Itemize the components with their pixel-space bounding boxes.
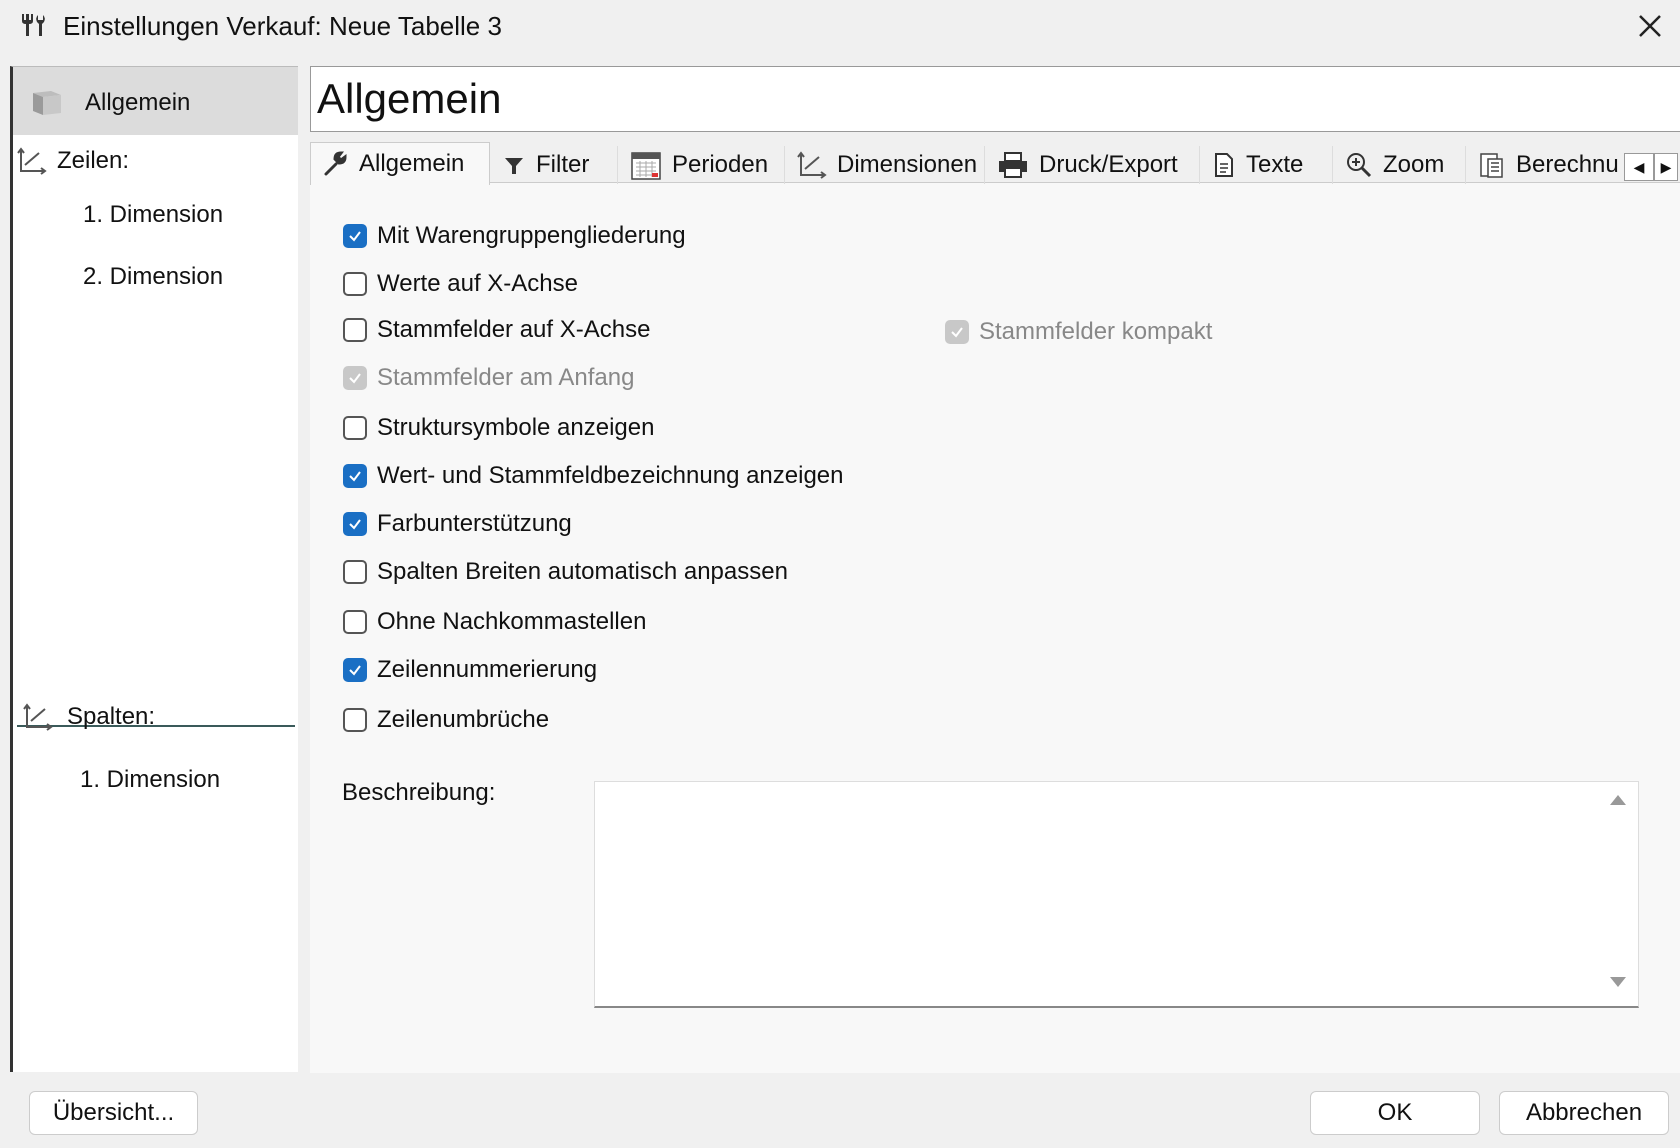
calculator-icon bbox=[1480, 153, 1503, 178]
ok-button[interactable]: OK bbox=[1310, 1091, 1480, 1135]
checkbox-label: Farbunterstützung bbox=[377, 510, 572, 537]
settings-navigation: Allgemein Zeilen: 1. Dimension 2. Dimens… bbox=[10, 66, 298, 1072]
option-checkbox-stammfelder-kompakt: Stammfelder kompakt bbox=[945, 318, 1212, 346]
cancel-button[interactable]: Abbrechen bbox=[1499, 1091, 1669, 1135]
checkbox-unchecked[interactable] bbox=[343, 272, 367, 296]
title-bar: Einstellungen Verkauf: Neue Tabelle 3 bbox=[0, 0, 1680, 52]
checkbox-label: Ohne Nachkommastellen bbox=[377, 608, 647, 635]
checkbox-checked[interactable] bbox=[343, 464, 367, 488]
checkbox-unchecked[interactable] bbox=[343, 610, 367, 634]
wrench-icon bbox=[324, 151, 347, 176]
tab-label: Texte bbox=[1246, 151, 1304, 178]
option-checkbox[interactable]: Mit Warengruppengliederung bbox=[343, 222, 686, 250]
scroll-down-icon[interactable] bbox=[1608, 975, 1628, 989]
zoom-icon bbox=[1347, 153, 1372, 178]
checkbox-checked bbox=[343, 366, 367, 390]
description-label: Beschreibung: bbox=[342, 779, 496, 806]
close-button[interactable] bbox=[1630, 6, 1670, 46]
tab-label: Berechnu bbox=[1516, 151, 1619, 178]
overview-button[interactable]: Übersicht... bbox=[29, 1091, 198, 1135]
checkbox-checked[interactable] bbox=[343, 512, 367, 536]
scroll-up-icon[interactable] bbox=[1608, 793, 1628, 807]
tab-bar: Allgemein Filter Perioden Dimensionen Dr… bbox=[310, 142, 1680, 185]
arrow-left-icon: ◀ bbox=[1633, 159, 1645, 175]
option-checkbox[interactable]: Spalten Breiten automatisch anpassen bbox=[343, 558, 788, 586]
tab-druck-export[interactable]: Druck/Export bbox=[985, 146, 1200, 184]
page-title-box: Allgemein bbox=[310, 66, 1680, 132]
nav-item-label: Allgemein bbox=[85, 89, 191, 116]
option-checkbox[interactable]: Struktursymbole anzeigen bbox=[343, 414, 654, 442]
checkbox-label: Zeilennummerierung bbox=[377, 656, 598, 683]
checkbox-label: Mit Warengruppengliederung bbox=[377, 222, 686, 249]
tab-label: Zoom bbox=[1383, 151, 1445, 178]
window-title: Einstellungen Verkauf: Neue Tabelle 3 bbox=[63, 11, 502, 41]
checkbox-checked[interactable] bbox=[343, 224, 367, 248]
tab-zoom[interactable]: Zoom bbox=[1333, 146, 1466, 184]
tab-texte[interactable]: Texte bbox=[1200, 146, 1333, 184]
tab-label: Allgemein bbox=[359, 150, 465, 177]
tab-label: Filter bbox=[536, 151, 590, 178]
option-checkbox[interactable]: Farbunterstützung bbox=[343, 510, 572, 538]
checkbox-unchecked[interactable] bbox=[343, 416, 367, 440]
nav-item-allgemein[interactable]: Allgemein bbox=[13, 67, 298, 135]
nav-item-row-dimension-1[interactable]: 1. Dimension bbox=[83, 201, 223, 229]
nav-item-column-dimension-1[interactable]: 1. Dimension bbox=[80, 766, 220, 794]
nav-section-label: Spalten: bbox=[67, 703, 156, 730]
checkbox-label: Wert- und Stammfeldbezeichnung anzeigen bbox=[377, 462, 844, 489]
tab-perioden[interactable]: Perioden bbox=[618, 146, 785, 184]
option-checkbox[interactable]: Zeilennummerierung bbox=[343, 656, 597, 684]
description-textarea[interactable] bbox=[594, 781, 1639, 1008]
filter-icon bbox=[505, 158, 523, 174]
printer-icon bbox=[999, 152, 1027, 178]
option-checkbox[interactable]: Zeilenumbrüche bbox=[343, 706, 549, 734]
option-checkbox[interactable]: Wert- und Stammfeldbezeichnung anzeigen bbox=[343, 462, 844, 490]
checkbox-label: Stammfelder auf X-Achse bbox=[377, 316, 651, 343]
tab-allgemein[interactable]: Allgemein bbox=[310, 142, 490, 185]
tab-label: Druck/Export bbox=[1039, 151, 1178, 178]
page-title: Allgemein bbox=[317, 75, 502, 122]
checkbox-label: Struktursymbole anzeigen bbox=[377, 414, 655, 441]
checkbox-unchecked[interactable] bbox=[343, 708, 367, 732]
tab-scroll-right-button[interactable]: ▶ bbox=[1654, 153, 1678, 181]
option-checkbox[interactable]: Stammfelder auf X-Achse bbox=[343, 316, 650, 344]
axes-icon bbox=[17, 147, 47, 175]
tab-filter[interactable]: Filter bbox=[490, 146, 618, 184]
checkbox-unchecked[interactable] bbox=[343, 560, 367, 584]
axes-icon bbox=[797, 151, 827, 179]
nav-section-rows[interactable]: Zeilen: bbox=[17, 147, 129, 175]
checkbox-label: Zeilenumbrüche bbox=[377, 706, 550, 733]
checkbox-checked bbox=[945, 320, 969, 344]
axes-icon bbox=[23, 703, 53, 731]
option-checkbox[interactable]: Werte auf X-Achse bbox=[343, 270, 578, 298]
option-checkbox: Stammfelder am Anfang bbox=[343, 364, 634, 392]
arrow-right-icon: ▶ bbox=[1660, 159, 1672, 175]
tab-berechnung[interactable]: Berechnu bbox=[1466, 146, 1630, 184]
tab-label: Dimensionen bbox=[837, 151, 978, 178]
tab-dimensionen[interactable]: Dimensionen bbox=[785, 146, 985, 184]
checkbox-label: Spalten Breiten automatisch anpassen bbox=[377, 558, 788, 585]
checkbox-label: Stammfelder am Anfang bbox=[377, 364, 635, 391]
nav-item-row-dimension-2[interactable]: 2. Dimension bbox=[83, 263, 223, 291]
checkbox-unchecked[interactable] bbox=[343, 318, 367, 342]
nav-section-columns[interactable]: Spalten: bbox=[23, 703, 155, 731]
cube-icon bbox=[27, 87, 67, 122]
checkbox-label: Stammfelder kompakt bbox=[979, 318, 1213, 345]
calendar-icon bbox=[631, 152, 661, 180]
option-checkbox[interactable]: Ohne Nachkommastellen bbox=[343, 608, 646, 636]
nav-section-label: Zeilen: bbox=[57, 147, 130, 174]
document-icon bbox=[1215, 153, 1233, 177]
close-icon bbox=[1639, 15, 1661, 37]
tools-icon bbox=[18, 12, 48, 43]
tab-label: Perioden bbox=[672, 151, 769, 178]
checkbox-label: Werte auf X-Achse bbox=[377, 270, 578, 297]
tab-scroll-left-button[interactable]: ◀ bbox=[1624, 153, 1654, 181]
checkbox-checked[interactable] bbox=[343, 658, 367, 682]
